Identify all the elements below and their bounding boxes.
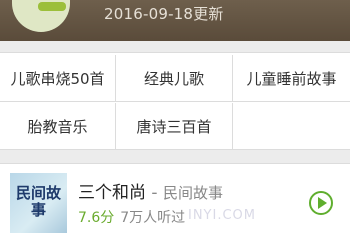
category-item-classic-songs[interactable]: 经典儿歌 <box>116 55 233 102</box>
cover-text: 民间故事 <box>15 184 61 219</box>
category-item-nursery-medley[interactable]: 儿歌串烧50首 <box>0 55 116 102</box>
story-category: 民间故事 <box>162 184 223 202</box>
title-separator: - <box>146 183 163 203</box>
banner-logo <box>12 0 70 32</box>
category-item-prenatal-music[interactable]: 胎教音乐 <box>0 103 116 150</box>
top-banner[interactable]: 2016-09-18更新 <box>0 0 350 41</box>
category-item-tang-poems[interactable]: 唐诗三百首 <box>116 103 233 150</box>
story-listen-count: 7万人听过 <box>120 210 186 226</box>
category-grid: 儿歌串烧50首 经典儿歌 儿童睡前故事 胎教音乐 唐诗三百首 <box>0 52 350 150</box>
category-item-bedtime-stories[interactable]: 儿童睡前故事 <box>233 55 350 102</box>
story-score: 7.6分 <box>78 210 115 226</box>
story-title-line: 三个和尚 - 民间故事 <box>78 178 223 203</box>
watermark: INYI.COM <box>188 208 256 223</box>
play-icon[interactable] <box>309 191 333 215</box>
story-card[interactable]: 民间故事 三个和尚 - 民间故事 7.6分 7万人听过 INYI.COM <box>0 163 350 241</box>
story-meta: 7.6分 7万人听过 <box>78 207 185 227</box>
story-title: 三个和尚 <box>78 183 146 203</box>
update-date: 2016-09-18更新 <box>104 5 224 23</box>
story-cover-image: 民间故事 <box>10 173 67 233</box>
